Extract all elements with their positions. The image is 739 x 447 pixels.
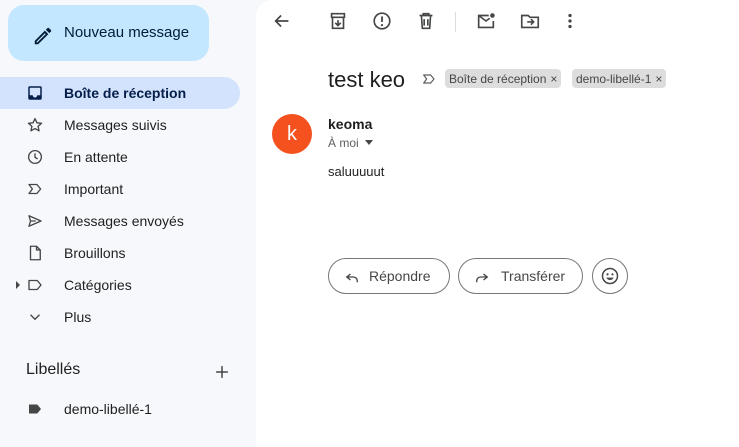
- inbox-icon: [28, 86, 42, 100]
- recipient-label: À moi: [328, 136, 359, 150]
- message-subject: test keo: [328, 67, 406, 92]
- chevron-down-icon: [30, 314, 40, 321]
- dropdown-arrow-icon: [364, 140, 373, 145]
- toolbar-divider: [455, 12, 456, 32]
- remove-label-icon[interactable]: ×: [550, 72, 557, 86]
- chip-label: demo-libellé-1: [576, 72, 652, 86]
- label-filled-icon: [29, 404, 41, 414]
- report-spam-icon[interactable]: [371, 10, 393, 32]
- forward-button[interactable]: Transférer: [458, 258, 583, 294]
- sidebar-item-label: Messages suivis: [64, 117, 167, 133]
- delete-icon[interactable]: [415, 10, 437, 32]
- sidebar-item-sent[interactable]: Messages envoyés: [0, 205, 240, 237]
- compose-button[interactable]: Nouveau message: [8, 5, 209, 61]
- label-chip-demo: demo-libellé-1 ×: [572, 69, 667, 88]
- expand-arrow-icon[interactable]: [14, 280, 22, 290]
- sidebar-item-label: En attente: [64, 149, 128, 165]
- sidebar-item-label: demo-libellé-1: [64, 401, 152, 417]
- star-icon: [27, 117, 43, 132]
- sidebar-item-label: Brouillons: [64, 245, 126, 261]
- sender-name[interactable]: keoma: [328, 116, 372, 132]
- sidebar-item-categories[interactable]: Catégories: [0, 269, 240, 301]
- draft-icon: [29, 245, 41, 261]
- message-body: saluuuuut: [328, 164, 385, 179]
- important-icon: [28, 183, 42, 195]
- reply-label: Répondre: [369, 268, 431, 284]
- sidebar-item-label: Messages envoyés: [64, 213, 184, 229]
- reply-icon: [345, 273, 358, 283]
- label-chip-inbox: Boîte de réception ×: [445, 69, 562, 88]
- recipient-details[interactable]: À moi: [328, 136, 373, 150]
- emoji-reaction-button[interactable]: [592, 258, 628, 294]
- forward-icon: [476, 273, 489, 283]
- sidebar-item-label: Important: [64, 181, 124, 197]
- add-label-icon[interactable]: [212, 362, 232, 382]
- sidebar-item-snoozed[interactable]: En attente: [0, 141, 240, 173]
- reply-button[interactable]: Répondre: [328, 258, 450, 294]
- sidebar-item-label: Catégories: [64, 277, 132, 293]
- label-outline-icon: [28, 279, 42, 291]
- sidebar-item-label: Boîte de réception: [64, 85, 187, 101]
- sidebar-item-important[interactable]: Important: [0, 173, 240, 205]
- message-view: test keo Boîte de réception × demo-libell…: [256, 0, 739, 447]
- pencil-icon: [34, 27, 52, 45]
- important-marker-icon[interactable]: [421, 71, 437, 87]
- clock-icon: [27, 149, 43, 165]
- sidebar-item-more[interactable]: Plus: [0, 301, 240, 333]
- compose-label: Nouveau message: [64, 24, 190, 41]
- sidebar-item-label: Plus: [64, 309, 92, 325]
- sidebar: Nouveau message Boîte de réception Messa…: [0, 0, 256, 447]
- back-arrow-icon[interactable]: [271, 10, 293, 32]
- archive-icon[interactable]: [327, 10, 349, 32]
- sidebar-item-inbox[interactable]: Boîte de réception: [0, 77, 240, 109]
- remove-label-icon[interactable]: ×: [655, 72, 662, 86]
- emoji-icon: [601, 267, 619, 285]
- more-vert-icon[interactable]: [559, 10, 581, 32]
- send-icon: [28, 215, 42, 227]
- mark-unread-icon[interactable]: [475, 10, 497, 32]
- sidebar-label-demo[interactable]: demo-libellé-1: [0, 393, 240, 425]
- sender-avatar[interactable]: k: [272, 114, 312, 154]
- sidebar-item-drafts[interactable]: Brouillons: [0, 237, 240, 269]
- move-to-icon[interactable]: [519, 10, 541, 32]
- chip-label: Boîte de réception: [449, 72, 547, 86]
- forward-label: Transférer: [501, 268, 566, 284]
- sidebar-item-starred[interactable]: Messages suivis: [0, 109, 240, 141]
- labels-section-title: Libellés: [26, 361, 81, 378]
